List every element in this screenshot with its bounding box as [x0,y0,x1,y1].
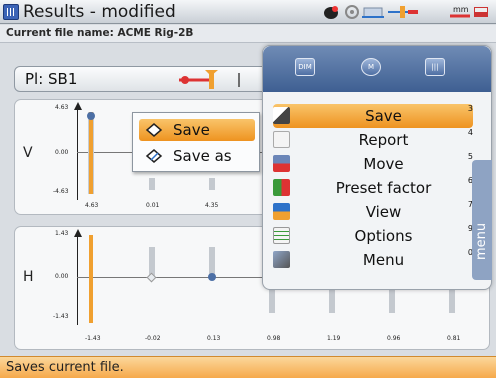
menu-item-shortcut: 4 [467,128,473,137]
gear-settings-icon [345,5,359,19]
axis-label-h: H [23,269,34,285]
results-button[interactable]: ||| [425,58,445,76]
app-grid-icon[interactable] [3,4,19,20]
save-submenu: Save Save as [132,112,260,172]
menu-item-options[interactable]: Options 9 [273,224,473,248]
v-ytick-bottom: -4.63 [53,188,69,195]
h-yellow-bar [89,235,93,323]
h-xtick: 1.19 [327,335,341,342]
h-xtick: -1.43 [85,335,101,342]
side-tab-label: menu [474,222,489,260]
submenu-item-label: Save as [173,147,232,165]
submenu-item-save[interactable]: Save [139,119,255,141]
menu-item-report[interactable]: Report 4 [273,128,473,152]
menu-item-shortcut: 3 [467,104,473,113]
save-as-icon [145,149,163,163]
v-xtick: 4.63 [85,202,99,209]
units-mm-icon[interactable]: mm [450,5,488,18]
status-bar: Saves current file. [0,356,496,378]
menu-item-label: Menu [362,251,405,269]
submenu-item-label: Save [173,121,210,139]
menu-item-menu[interactable]: Menu 0 [273,248,473,272]
h-xtick: 0.98 [267,335,281,342]
h-ytick-bottom: -1.43 [53,313,69,320]
main-menu-panel: DIM M ||| Save 3 Report 4 Move 5 Preset … [262,45,492,290]
h-xtick: -0.02 [145,335,161,342]
units-label: mm [453,5,469,14]
h-marker [208,273,216,281]
menu-item-move[interactable]: Move 5 [273,152,473,176]
pump-motor-icon [362,7,384,18]
v-bar [209,178,215,190]
v-yellow-bar [89,112,93,194]
h-bar [389,287,395,313]
h-xtick: 0.96 [387,335,401,342]
v-axis-line [77,108,78,200]
save-icon [273,107,290,124]
menu-item-view[interactable]: View 7 [273,200,473,224]
menu-item-preset-factor[interactable]: Preset factor 6 [273,176,473,200]
plane-label: Pl: SB1 [25,70,78,88]
menu-item-label: Options [354,227,413,245]
h-bar [329,287,335,313]
axis-label-v: V [23,145,33,161]
v-xtick: 4.35 [205,202,219,209]
v-ytick-top: 4.63 [55,104,69,111]
h-axis-arrow-icon [74,229,82,237]
view-icon [273,203,290,220]
dimensions-button[interactable]: DIM [295,58,315,76]
save-icon [145,123,163,137]
menu-item-save[interactable]: Save 3 [273,104,473,128]
menu-side-tab[interactable]: menu [472,160,492,280]
window-title: Results - modified [23,2,176,22]
report-icon [273,131,290,148]
plane-selector[interactable]: Pl: SB1 [14,66,286,92]
h-bar [449,287,455,313]
menu-item-label: Report [358,131,409,149]
title-bar: Results - modified mm [0,0,496,24]
menu-item-label: Preset factor [335,179,432,197]
v-axis-arrow-icon [74,102,82,110]
toolbar-status-icons: mm [324,5,488,19]
menu-list: Save 3 Report 4 Move 5 Preset factor 6 V… [273,104,473,272]
menu-item-shortcut: 5 [467,152,473,161]
v-bar [149,178,155,190]
h-bar [269,287,275,313]
preset-factor-icon [273,179,290,196]
options-icon [273,227,290,244]
menu-item-label: Move [363,155,404,173]
h-ytick-mid: 0.00 [55,273,69,280]
coupling-icon [388,6,418,18]
v-xtick: 0.01 [146,202,160,209]
menu-header: DIM M ||| [263,46,491,92]
h-xtick: 0.13 [207,335,221,342]
h-axis-line [77,235,78,325]
menu-icon [273,251,290,268]
measure-button[interactable]: M [361,58,381,76]
current-file-name: Current file name: ACME Rig-2B [0,25,496,43]
v-marker [87,112,95,120]
h-ytick-top: 1.43 [55,230,69,237]
v-ytick-mid: 0.00 [55,149,69,156]
h-xtick: 0.81 [447,335,461,342]
machine-icon [324,6,338,19]
menu-item-label: View [365,203,402,221]
submenu-item-save-as[interactable]: Save as [139,145,255,167]
move-icon [273,155,290,172]
menu-item-label: Save [365,107,402,125]
